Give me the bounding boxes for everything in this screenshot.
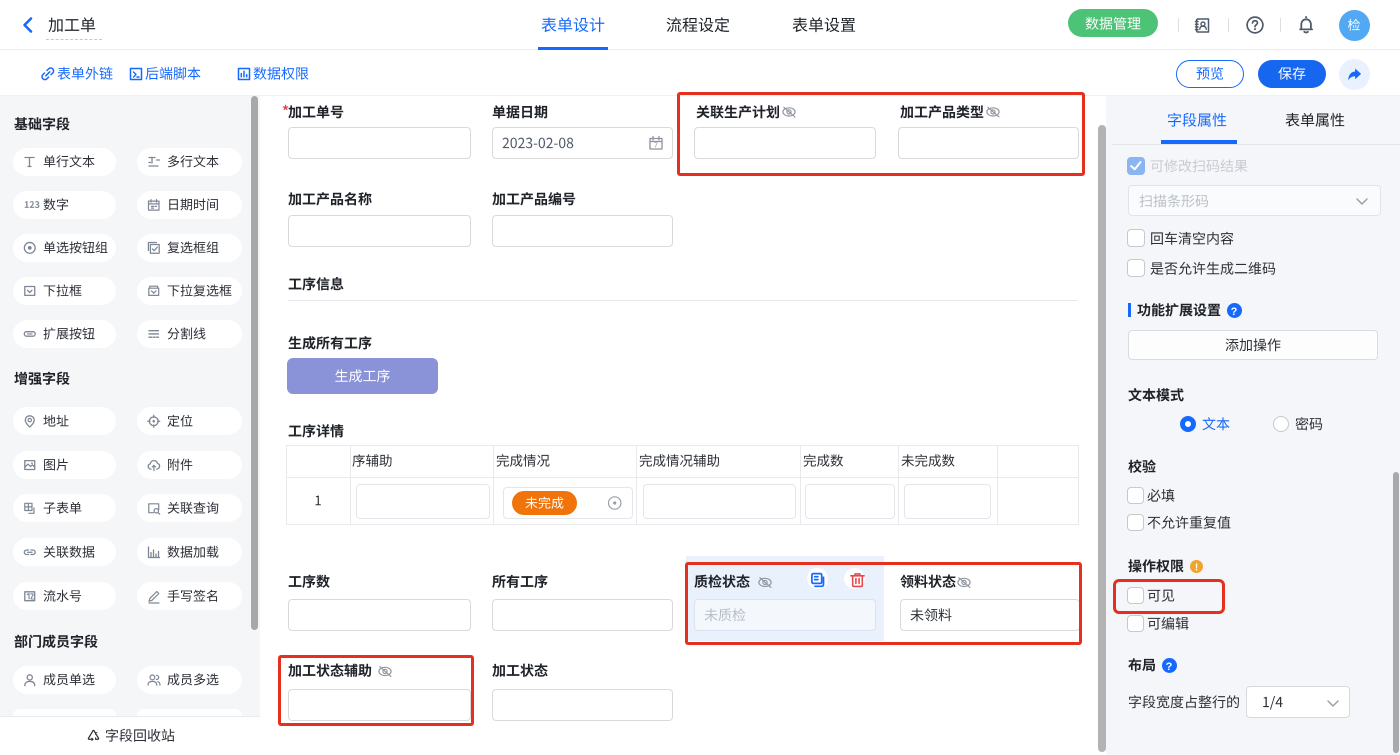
svg-text:!: ! xyxy=(1195,563,1198,574)
svg-text:7: 7 xyxy=(654,142,658,149)
svg-text:?: ? xyxy=(1166,661,1173,673)
svg-text:?: ? xyxy=(1231,306,1238,318)
